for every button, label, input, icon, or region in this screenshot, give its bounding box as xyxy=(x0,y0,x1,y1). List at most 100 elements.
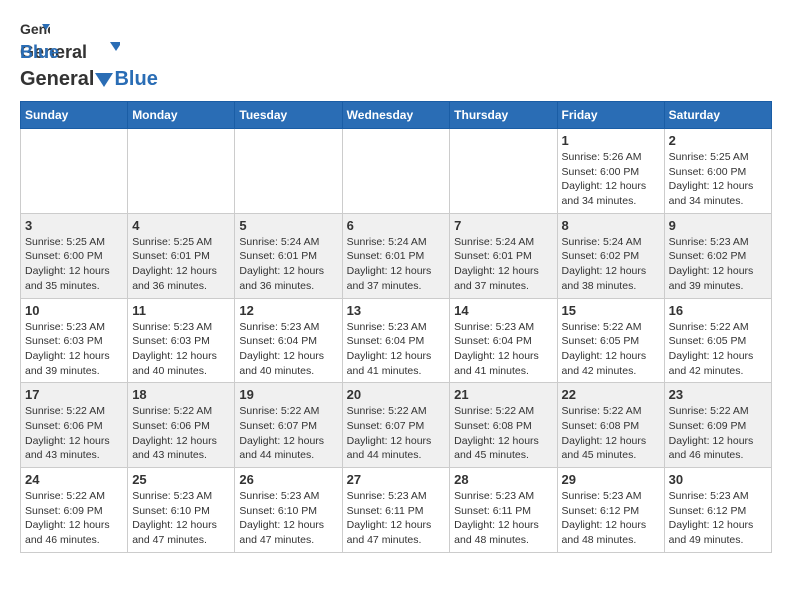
day-number: 29 xyxy=(562,472,660,487)
day-number: 3 xyxy=(25,218,123,233)
day-number: 20 xyxy=(347,387,446,402)
day-info: Sunrise: 5:23 AM Sunset: 6:12 PM Dayligh… xyxy=(669,489,767,548)
day-info: Sunrise: 5:23 AM Sunset: 6:03 PM Dayligh… xyxy=(25,320,123,379)
day-number: 1 xyxy=(562,133,660,148)
calendar-cell: 28 Sunrise: 5:23 AM Sunset: 6:11 PM Dayli… xyxy=(450,468,557,553)
day-number: 17 xyxy=(25,387,123,402)
calendar-cell: 27 Sunrise: 5:23 AM Sunset: 6:11 PM Dayli… xyxy=(342,468,450,553)
day-header-wednesday: Wednesday xyxy=(342,102,450,129)
day-number: 28 xyxy=(454,472,552,487)
day-info: Sunrise: 5:23 AM Sunset: 6:03 PM Dayligh… xyxy=(132,320,230,379)
logo-blue-text: Blue xyxy=(114,68,157,91)
day-number: 14 xyxy=(454,303,552,318)
calendar-week-row: 1 Sunrise: 5:26 AM Sunset: 6:00 PM Daylig… xyxy=(21,129,772,214)
calendar-week-row: 17 Sunrise: 5:22 AM Sunset: 6:06 PM Dayli… xyxy=(21,383,772,468)
calendar-cell: 3 Sunrise: 5:25 AM Sunset: 6:00 PM Daylig… xyxy=(21,213,128,298)
day-number: 10 xyxy=(25,303,123,318)
day-number: 11 xyxy=(132,303,230,318)
svg-text:Blue: Blue xyxy=(20,42,59,62)
day-number: 24 xyxy=(25,472,123,487)
calendar-week-row: 3 Sunrise: 5:25 AM Sunset: 6:00 PM Daylig… xyxy=(21,213,772,298)
day-info: Sunrise: 5:22 AM Sunset: 6:07 PM Dayligh… xyxy=(347,404,446,463)
day-info: Sunrise: 5:24 AM Sunset: 6:01 PM Dayligh… xyxy=(239,235,337,294)
day-number: 2 xyxy=(669,133,767,148)
calendar-week-row: 24 Sunrise: 5:22 AM Sunset: 6:09 PM Dayli… xyxy=(21,468,772,553)
day-info: Sunrise: 5:22 AM Sunset: 6:08 PM Dayligh… xyxy=(562,404,660,463)
calendar-cell xyxy=(21,129,128,214)
calendar-cell: 11 Sunrise: 5:23 AM Sunset: 6:03 PM Dayli… xyxy=(128,298,235,383)
calendar-cell: 30Sunrise: 5:23 AM Sunset: 6:12 PM Dayli… xyxy=(664,468,771,553)
day-header-monday: Monday xyxy=(128,102,235,129)
day-info: Sunrise: 5:22 AM Sunset: 6:08 PM Dayligh… xyxy=(454,404,552,463)
day-info: Sunrise: 5:23 AM Sunset: 6:12 PM Dayligh… xyxy=(562,489,660,548)
logo: General General Blue General Blue xyxy=(20,20,158,91)
day-info: Sunrise: 5:23 AM Sunset: 6:04 PM Dayligh… xyxy=(239,320,337,379)
calendar-cell: 23 Sunrise: 5:22 AM Sunset: 6:09 PM Dayli… xyxy=(664,383,771,468)
calendar-cell: 13 Sunrise: 5:23 AM Sunset: 6:04 PM Dayli… xyxy=(342,298,450,383)
calendar-cell: 20 Sunrise: 5:22 AM Sunset: 6:07 PM Dayli… xyxy=(342,383,450,468)
day-number: 22 xyxy=(562,387,660,402)
day-info: Sunrise: 5:23 AM Sunset: 6:04 PM Dayligh… xyxy=(454,320,552,379)
calendar-cell: 26Sunrise: 5:23 AM Sunset: 6:10 PM Dayli… xyxy=(235,468,342,553)
day-info: Sunrise: 5:24 AM Sunset: 6:01 PM Dayligh… xyxy=(454,235,552,294)
calendar-cell: 29 Sunrise: 5:23 AM Sunset: 6:12 PM Dayli… xyxy=(557,468,664,553)
calendar-cell: 16 Sunrise: 5:22 AM Sunset: 6:05 PM Dayli… xyxy=(664,298,771,383)
day-number: 27 xyxy=(347,472,446,487)
day-info: Sunrise: 5:22 AM Sunset: 6:05 PM Dayligh… xyxy=(669,320,767,379)
calendar-cell: 17 Sunrise: 5:22 AM Sunset: 6:06 PM Dayli… xyxy=(21,383,128,468)
day-info: Sunrise: 5:22 AM Sunset: 6:09 PM Dayligh… xyxy=(669,404,767,463)
day-info: Sunrise: 5:23 AM Sunset: 6:10 PM Dayligh… xyxy=(239,489,337,548)
day-number: 12 xyxy=(239,303,337,318)
calendar-cell: 5 Sunrise: 5:24 AM Sunset: 6:01 PM Daylig… xyxy=(235,213,342,298)
day-info: Sunrise: 5:23 AM Sunset: 6:11 PM Dayligh… xyxy=(347,489,446,548)
day-info: Sunrise: 5:26 AM Sunset: 6:00 PM Dayligh… xyxy=(562,150,660,209)
calendar-cell: 21 Sunrise: 5:22 AM Sunset: 6:08 PM Dayli… xyxy=(450,383,557,468)
day-number: 18 xyxy=(132,387,230,402)
calendar-cell xyxy=(450,129,557,214)
calendar-week-row: 10 Sunrise: 5:23 AM Sunset: 6:03 PM Dayli… xyxy=(21,298,772,383)
day-info: Sunrise: 5:25 AM Sunset: 6:00 PM Dayligh… xyxy=(669,150,767,209)
day-number: 13 xyxy=(347,303,446,318)
calendar-cell: 6 Sunrise: 5:24 AM Sunset: 6:01 PM Daylig… xyxy=(342,213,450,298)
calendar-cell: 12 Sunrise: 5:23 AM Sunset: 6:04 PM Dayli… xyxy=(235,298,342,383)
day-header-tuesday: Tuesday xyxy=(235,102,342,129)
day-info: Sunrise: 5:25 AM Sunset: 6:00 PM Dayligh… xyxy=(25,235,123,294)
page-header: General General Blue General Blue xyxy=(20,20,772,91)
day-number: 25 xyxy=(132,472,230,487)
day-header-thursday: Thursday xyxy=(450,102,557,129)
calendar-cell: 4Sunrise: 5:25 AM Sunset: 6:01 PM Daylig… xyxy=(128,213,235,298)
day-info: Sunrise: 5:25 AM Sunset: 6:01 PM Dayligh… xyxy=(132,235,230,294)
day-info: Sunrise: 5:22 AM Sunset: 6:07 PM Dayligh… xyxy=(239,404,337,463)
logo-svg: General Blue xyxy=(20,38,120,68)
day-info: Sunrise: 5:22 AM Sunset: 6:05 PM Dayligh… xyxy=(562,320,660,379)
calendar-cell: 8Sunrise: 5:24 AM Sunset: 6:02 PM Daylig… xyxy=(557,213,664,298)
day-number: 21 xyxy=(454,387,552,402)
day-info: Sunrise: 5:23 AM Sunset: 6:02 PM Dayligh… xyxy=(669,235,767,294)
day-number: 16 xyxy=(669,303,767,318)
day-header-friday: Friday xyxy=(557,102,664,129)
calendar-cell: 19 Sunrise: 5:22 AM Sunset: 6:07 PM Dayli… xyxy=(235,383,342,468)
day-number: 6 xyxy=(347,218,446,233)
calendar-cell: 25 Sunrise: 5:23 AM Sunset: 6:10 PM Dayli… xyxy=(128,468,235,553)
day-info: Sunrise: 5:24 AM Sunset: 6:01 PM Dayligh… xyxy=(347,235,446,294)
day-number: 5 xyxy=(239,218,337,233)
day-info: Sunrise: 5:23 AM Sunset: 6:04 PM Dayligh… xyxy=(347,320,446,379)
day-number: 19 xyxy=(239,387,337,402)
calendar-cell: 24 Sunrise: 5:22 AM Sunset: 6:09 PM Dayli… xyxy=(21,468,128,553)
calendar-cell: 1 Sunrise: 5:26 AM Sunset: 6:00 PM Daylig… xyxy=(557,129,664,214)
day-number: 9 xyxy=(669,218,767,233)
logo-triangle-icon xyxy=(95,71,113,89)
day-header-sunday: Sunday xyxy=(21,102,128,129)
calendar-cell: 14 Sunrise: 5:23 AM Sunset: 6:04 PM Dayli… xyxy=(450,298,557,383)
calendar-cell: 18Sunrise: 5:22 AM Sunset: 6:06 PM Dayli… xyxy=(128,383,235,468)
day-info: Sunrise: 5:22 AM Sunset: 6:09 PM Dayligh… xyxy=(25,489,123,548)
day-number: 23 xyxy=(669,387,767,402)
calendar-header-row: SundayMondayTuesdayWednesdayThursdayFrid… xyxy=(21,102,772,129)
day-number: 15 xyxy=(562,303,660,318)
day-info: Sunrise: 5:23 AM Sunset: 6:10 PM Dayligh… xyxy=(132,489,230,548)
calendar-cell: 7 Sunrise: 5:24 AM Sunset: 6:01 PM Daylig… xyxy=(450,213,557,298)
calendar-cell xyxy=(128,129,235,214)
day-number: 7 xyxy=(454,218,552,233)
day-info: Sunrise: 5:22 AM Sunset: 6:06 PM Dayligh… xyxy=(25,404,123,463)
day-info: Sunrise: 5:23 AM Sunset: 6:11 PM Dayligh… xyxy=(454,489,552,548)
